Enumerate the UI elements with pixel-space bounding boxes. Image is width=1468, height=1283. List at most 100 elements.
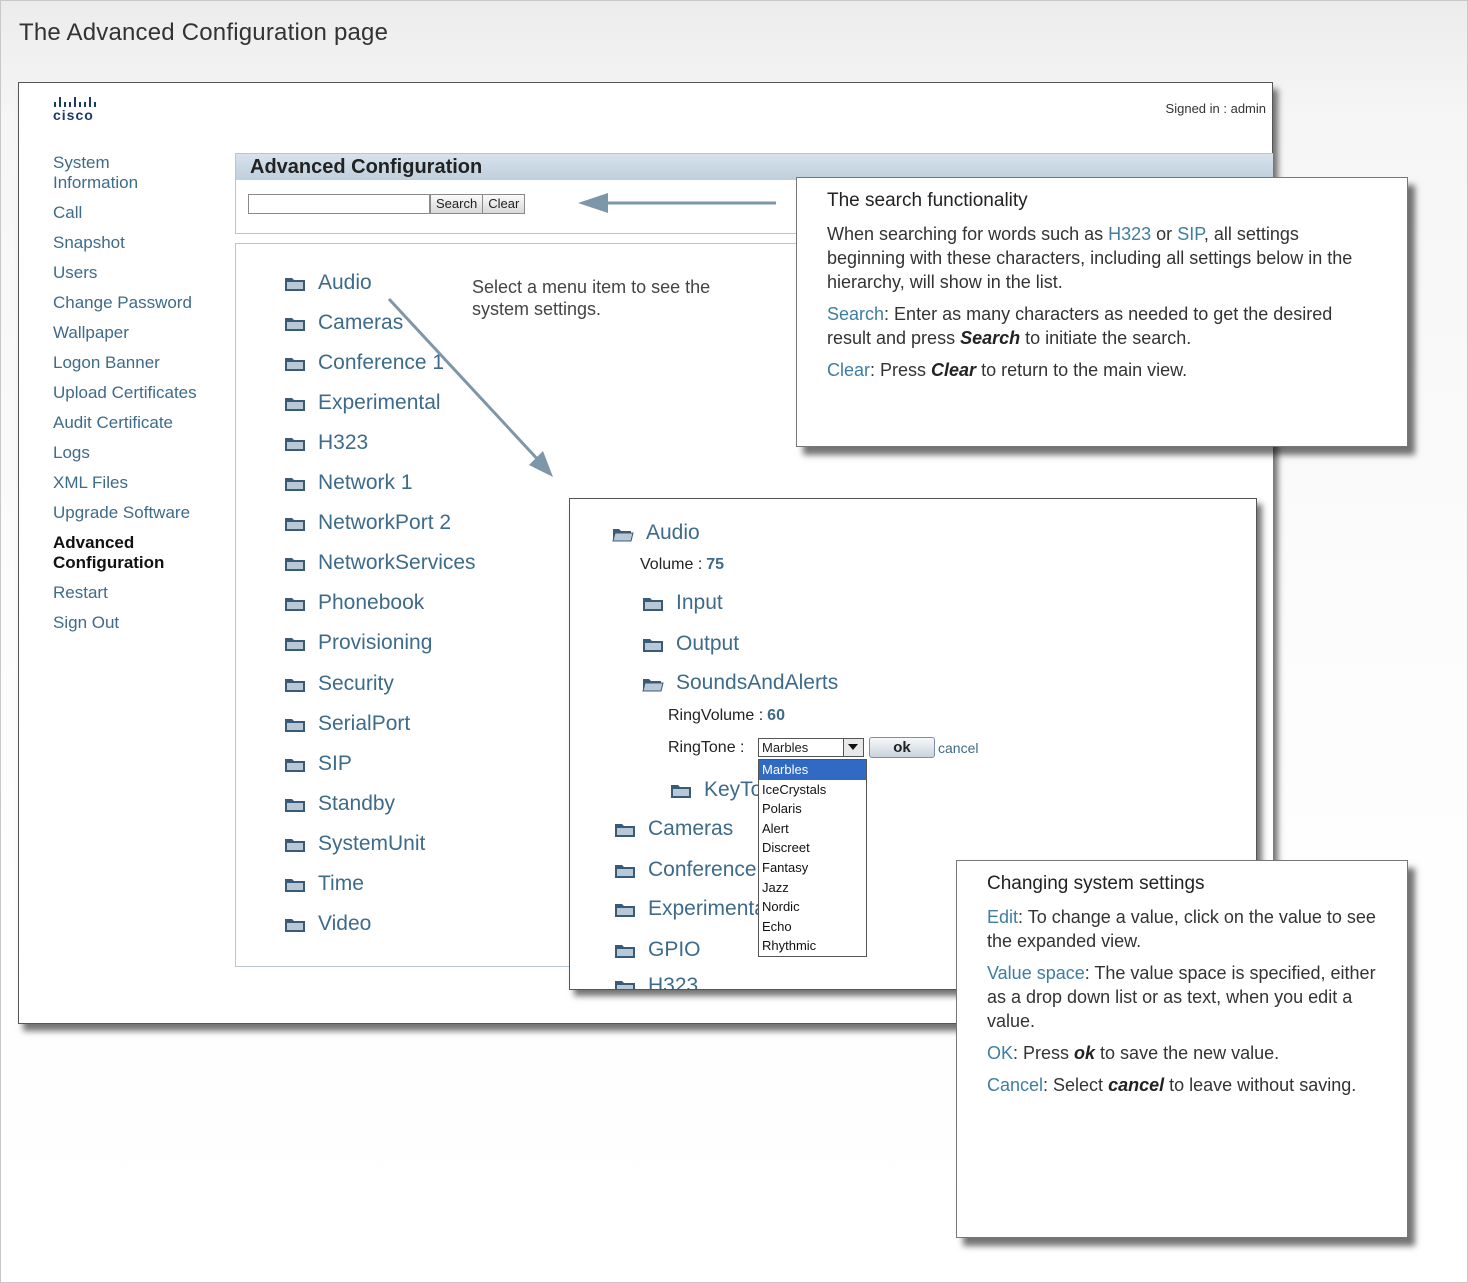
sidebar-item-restart[interactable]: Restart: [53, 583, 223, 603]
sidebar-item-system-information[interactable]: System Information: [53, 153, 163, 193]
sidebar-item-sign-out[interactable]: Sign Out: [53, 613, 223, 633]
folder-input[interactable]: Input: [642, 591, 723, 615]
search-functionality-callout: The search functionality When searching …: [796, 177, 1408, 447]
folder-cameras[interactable]: Cameras: [614, 817, 733, 841]
folder-label: Standby: [318, 791, 396, 815]
folder-serialport[interactable]: SerialPort: [284, 712, 410, 736]
folder-networkservices[interactable]: NetworkServices: [284, 551, 476, 575]
folder-gpio[interactable]: GPIO: [614, 938, 701, 962]
folder-video[interactable]: Video: [284, 912, 371, 936]
folder-time[interactable]: Time: [284, 872, 364, 896]
ringtone-dropdown-list: Marbles IceCrystals Polaris Alert Discreet Fa…: [758, 759, 867, 957]
callout-paragraph: When searching for words such as H323 or…: [827, 224, 1353, 292]
callout-paragraph: Clear: Press Clear to return to the main…: [827, 360, 1188, 380]
folder-icon: [284, 877, 305, 892]
callout-paragraph: Value space: The value space is specifie…: [987, 963, 1376, 1031]
search-button[interactable]: Search: [430, 194, 484, 214]
folder-standby[interactable]: Standby: [284, 792, 395, 816]
folder-icon: [670, 783, 691, 798]
folder-icon: [642, 637, 663, 652]
folder-label: NetworkPort 2: [318, 511, 452, 535]
sidebar-item-advanced-configuration[interactable]: Advanced Configuration: [53, 533, 183, 573]
folder-label: Audio: [318, 271, 372, 294]
folder-sip[interactable]: SIP: [284, 752, 352, 776]
callout-paragraph: Cancel: Select cancel to leave without s…: [987, 1075, 1357, 1095]
ringtone-option[interactable]: Nordic: [759, 897, 866, 917]
volume-setting[interactable]: Volume :75: [640, 556, 724, 574]
search-input[interactable]: [248, 194, 430, 214]
folder-audio-open[interactable]: Audio: [612, 521, 700, 545]
ringtone-option[interactable]: Polaris: [759, 799, 866, 819]
folder-label: Security: [318, 671, 394, 695]
folder-icon: [284, 556, 305, 572]
sidebar-item-upload-certificates[interactable]: Upload Certificates: [53, 383, 223, 403]
sidebar-item-users[interactable]: Users: [53, 263, 223, 283]
folder-label: Provisioning: [318, 631, 433, 655]
ringvolume-setting[interactable]: RingVolume :60: [668, 707, 785, 725]
ringtone-option[interactable]: IceCrystals: [759, 780, 866, 800]
clear-button[interactable]: Clear: [483, 194, 526, 214]
folder-label: SIP: [318, 751, 352, 775]
folder-networkport-2[interactable]: NetworkPort 2: [284, 511, 451, 535]
cisco-logo: cisco: [53, 91, 113, 131]
cisco-logo-bars: [54, 91, 113, 107]
folder-icon: [284, 717, 305, 732]
sidebar-item-change-password[interactable]: Change Password: [53, 293, 223, 313]
folder-icon: [284, 837, 305, 852]
changing-settings-callout: Changing system settings Edit: To change…: [956, 860, 1408, 1238]
chevron-down-icon[interactable]: [843, 739, 863, 756]
sidebar-item-logs[interactable]: Logs: [53, 443, 223, 463]
page-frame: The Advanced Configuration page cisco Si…: [0, 0, 1468, 1283]
folder-h323[interactable]: H323: [614, 974, 698, 989]
cisco-logo-text: cisco: [53, 107, 94, 123]
cancel-link[interactable]: cancel: [938, 740, 978, 756]
folder-experimental[interactable]: Experimental: [614, 897, 771, 921]
sidebar-item-upgrade-software[interactable]: Upgrade Software: [53, 503, 223, 523]
search-bar: Search Clear: [248, 194, 526, 214]
folder-soundsandalerts-open[interactable]: SoundsAndAlerts: [642, 671, 838, 695]
ringtone-selected-value: Marbles: [762, 740, 809, 755]
sidebar-item-wallpaper[interactable]: Wallpaper: [53, 323, 223, 343]
folder-label: H323: [318, 431, 369, 455]
folder-conference[interactable]: Conference: [614, 858, 757, 882]
folder-icon: [614, 979, 635, 989]
folder-output[interactable]: Output: [642, 632, 739, 656]
folder-security[interactable]: Security: [284, 672, 394, 696]
folder-label: Time: [318, 871, 364, 895]
sidebar-item-xml-files[interactable]: XML Files: [53, 473, 223, 493]
callout-title: Changing system settings: [987, 873, 1205, 894]
sidebar-item-logon-banner[interactable]: Logon Banner: [53, 353, 223, 373]
folder-icon: [284, 677, 305, 692]
ringtone-option[interactable]: Echo: [759, 917, 866, 937]
sidebar-item-call[interactable]: Call: [53, 203, 223, 223]
folder-h323[interactable]: H323: [284, 431, 368, 455]
ringtone-option[interactable]: Jazz: [759, 878, 866, 898]
sidebar-item-audit-certificate[interactable]: Audit Certificate: [53, 413, 223, 433]
sidebar-item-snapshot[interactable]: Snapshot: [53, 233, 223, 253]
signed-in-label: Signed in : admin: [1165, 101, 1266, 116]
folder-icon: [614, 822, 635, 837]
ringtone-option[interactable]: Fantasy: [759, 858, 866, 878]
ringtone-option[interactable]: Marbles: [759, 760, 866, 780]
folder-audio[interactable]: Audio: [284, 271, 372, 295]
folder-icon: [284, 797, 305, 812]
folder-label: SerialPort: [318, 711, 411, 735]
ringtone-select[interactable]: Marbles: [758, 738, 864, 757]
callout-paragraph: Edit: To change a value, click on the va…: [987, 907, 1376, 951]
folder-label: NetworkServices: [318, 551, 476, 575]
ringtone-option[interactable]: Alert: [759, 819, 866, 839]
folder-systemunit[interactable]: SystemUnit: [284, 832, 425, 856]
folder-icon: [284, 516, 305, 532]
ringtone-option[interactable]: Rhythmic: [759, 936, 866, 956]
folder-provisioning[interactable]: Provisioning: [284, 631, 432, 655]
folder-icon: [284, 757, 305, 772]
folder-icon: [284, 917, 305, 932]
callout-paragraph: Search: Enter as many characters as need…: [827, 304, 1333, 348]
ringvolume-value: 60: [767, 707, 785, 724]
volume-value: 75: [706, 556, 725, 573]
ringtone-label: RingTone :: [668, 739, 745, 756]
ringtone-option[interactable]: Discreet: [759, 838, 866, 858]
ok-button[interactable]: ok: [869, 737, 935, 758]
folder-phonebook[interactable]: Phonebook: [284, 591, 424, 615]
folder-open-icon: [642, 676, 664, 692]
